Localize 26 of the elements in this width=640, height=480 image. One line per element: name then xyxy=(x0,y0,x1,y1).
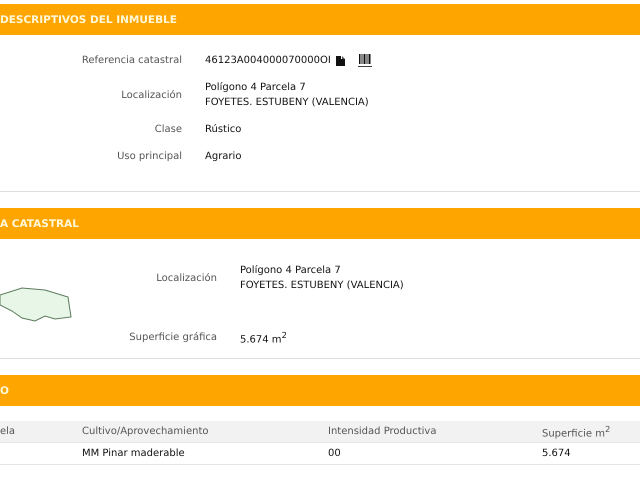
field-label: Localización xyxy=(155,272,217,284)
column-header: Intensidad Productiva xyxy=(328,426,438,437)
column-header: ela xyxy=(0,426,16,437)
field-value: Agrario xyxy=(205,150,242,164)
field-label: Uso principal xyxy=(116,151,182,162)
field-label: Referencia catastral xyxy=(80,55,182,66)
field-value: Rústico xyxy=(205,123,242,137)
barcode-icon[interactable] xyxy=(358,54,372,67)
field-label: Clase xyxy=(154,124,182,135)
field-value: 46123A004000070000OI xyxy=(205,54,331,68)
section-title: A CATASTRAL xyxy=(0,218,79,230)
field-value: FOYETES. ESTUBENY (VALENCIA) xyxy=(240,279,404,294)
copy-icon[interactable] xyxy=(334,54,346,66)
field-label: Localización xyxy=(120,90,182,100)
field-value: FOYETES. ESTUBENY (VALENCIA) xyxy=(205,96,369,110)
section-title: DESCRIPTIVOS DEL INMUEBLE xyxy=(0,14,177,26)
table-cell-text: MM Pinar maderable xyxy=(82,448,186,459)
section-title: O xyxy=(0,384,9,396)
column-header: Cultivo/Aprovechamiento xyxy=(82,426,210,437)
table-cell-text: 5.674 xyxy=(542,448,572,459)
field-value: Polígono 4 Parcela 7 xyxy=(205,81,306,95)
field-value: Polígono 4 Parcela 7 xyxy=(240,264,341,278)
field-value: 5.674 m$^{2}$ xyxy=(240,329,287,348)
field-label: Superficie gráfica xyxy=(128,332,217,344)
column-header: Superficie m$^{2}$ xyxy=(542,424,612,440)
table-cell-text: 00 xyxy=(328,448,342,459)
